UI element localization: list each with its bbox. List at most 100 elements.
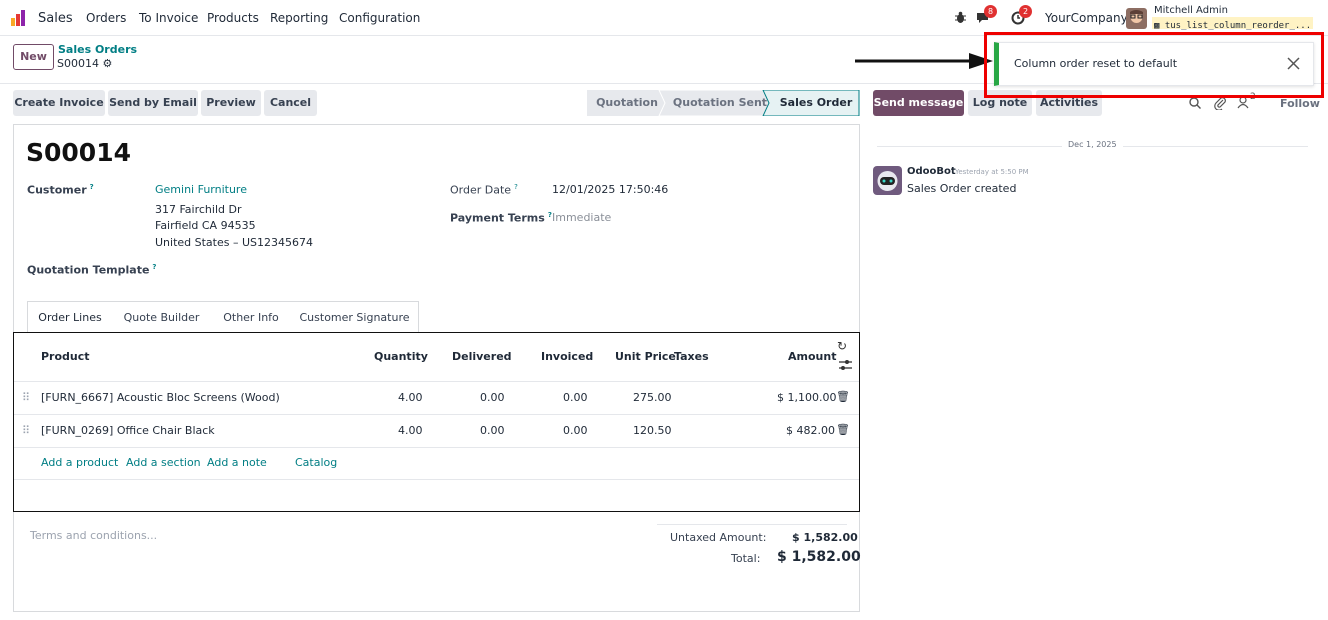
row-1-delivered[interactable]: 0.00: [480, 391, 505, 404]
status-quotation-sent[interactable]: Quotation Sent: [672, 90, 768, 116]
paperclip-icon[interactable]: [1213, 96, 1227, 110]
column-settings-icon[interactable]: [839, 359, 852, 371]
tab-other-info[interactable]: Other Info: [211, 301, 292, 332]
tab-quote-builder[interactable]: Quote Builder: [112, 301, 212, 332]
followers-button[interactable]: 2: [1237, 92, 1259, 110]
search-icon[interactable]: [1189, 97, 1201, 109]
row-1-unit-price[interactable]: 275.00: [633, 391, 672, 404]
message-timestamp: Yesterday at 5:50 PM: [955, 168, 1029, 176]
address-line-2: Fairfield CA 94535: [155, 219, 256, 232]
breadcrumb-current-label: S00014: [57, 57, 99, 70]
add-section-link[interactable]: Add a section: [126, 456, 201, 469]
col-invoiced[interactable]: Invoiced: [541, 350, 593, 363]
message-body: Sales Order created: [907, 182, 1017, 195]
reset-columns-icon[interactable]: ↻: [837, 339, 847, 353]
help-icon[interactable]: ?: [514, 183, 518, 191]
order-date-field[interactable]: 12/01/2025 17:50:46: [552, 183, 668, 196]
create-invoice-button[interactable]: Create Invoice: [13, 90, 105, 116]
database-name: ▩ tus_list_column_reorder_...: [1152, 17, 1314, 31]
help-icon[interactable]: ?: [90, 183, 94, 191]
address-line-3: United States – US12345674: [155, 236, 314, 249]
quotation-template-field[interactable]: [155, 262, 445, 278]
status-quotation[interactable]: Quotation: [593, 90, 661, 116]
row-2-quantity[interactable]: 4.00: [398, 424, 423, 437]
total-value: $ 1,582.00: [777, 549, 861, 565]
db-label: ▩ tus_list_column_reorder_...: [1154, 21, 1312, 31]
menu-products[interactable]: Products: [207, 11, 259, 25]
add-note-link[interactable]: Add a note: [207, 456, 267, 469]
address-line-1: 317 Fairchild Dr: [155, 203, 242, 216]
customer-label: Customer?: [27, 183, 94, 197]
totals-divider: [657, 524, 847, 525]
row-divider: [14, 447, 859, 448]
menu-reporting[interactable]: Reporting: [270, 11, 328, 25]
sales-app-icon[interactable]: [11, 9, 29, 27]
payment-terms-field[interactable]: Immediate: [552, 211, 611, 224]
messages-button[interactable]: 8: [976, 5, 997, 25]
row-divider: [14, 414, 859, 415]
trash-icon[interactable]: 🗑: [836, 390, 850, 403]
order-title: S00014: [26, 138, 131, 167]
follow-button[interactable]: Follow: [1280, 97, 1320, 110]
terms-and-conditions-input[interactable]: Terms and conditions...: [30, 529, 157, 542]
row-2-unit-price[interactable]: 120.50: [633, 424, 672, 437]
order-date-label: Order Date?: [450, 183, 518, 197]
notification-text: Column order reset to default: [1014, 57, 1178, 70]
row-2-amount: $ 482.00: [786, 424, 835, 437]
col-amount[interactable]: Amount: [788, 350, 836, 363]
row-1-amount: $ 1,100.00: [777, 391, 837, 404]
company-switcher[interactable]: YourCompany: [1045, 11, 1128, 25]
annotation-arrow: [855, 53, 993, 69]
trash-icon[interactable]: 🗑: [836, 423, 850, 436]
row-1-quantity[interactable]: 4.00: [398, 391, 423, 404]
payment-terms-label-text: Payment Terms: [450, 211, 545, 225]
send-message-button[interactable]: Send message: [873, 90, 964, 116]
bot-face-icon: [877, 171, 898, 191]
col-delivered[interactable]: Delivered: [452, 350, 512, 363]
row-2-product[interactable]: [FURN_0269] Office Chair Black: [41, 424, 215, 437]
drag-handle-icon[interactable]: ⠿: [22, 424, 30, 437]
activities-badge: 2: [1019, 5, 1032, 18]
tab-customer-signature[interactable]: Customer Signature: [291, 301, 419, 332]
menu-configuration[interactable]: Configuration: [339, 11, 420, 25]
row-2-delivered[interactable]: 0.00: [480, 424, 505, 437]
message-author[interactable]: OdooBot: [907, 166, 956, 177]
cancel-button[interactable]: Cancel: [264, 90, 317, 116]
menu-orders[interactable]: Orders: [86, 11, 126, 25]
row-2-invoiced[interactable]: 0.00: [563, 424, 588, 437]
payment-terms-label: Payment Terms?: [450, 211, 552, 225]
send-by-email-button[interactable]: Send by Email: [108, 90, 198, 116]
odoobot-avatar: [873, 166, 902, 195]
col-unit-price[interactable]: Unit Price: [615, 350, 676, 363]
total-label: Total:: [731, 552, 761, 565]
drag-handle-icon[interactable]: ⠿: [22, 391, 30, 404]
breadcrumb-sales-orders[interactable]: Sales Orders: [58, 43, 137, 56]
close-icon[interactable]: [1287, 57, 1300, 70]
new-button[interactable]: New: [13, 44, 54, 70]
db-name-text: tus_list_column_reorder_...: [1164, 21, 1312, 31]
menu-to-invoice[interactable]: To Invoice: [139, 11, 198, 25]
notification-toast: Column order reset to default: [994, 42, 1314, 86]
add-product-link[interactable]: Add a product: [41, 456, 118, 469]
quotation-template-label: Quotation Template?: [27, 263, 156, 277]
col-product[interactable]: Product: [41, 350, 90, 363]
user-name[interactable]: Mitchell Admin: [1154, 5, 1228, 16]
messages-badge: 8: [984, 5, 997, 18]
breadcrumb-current: S00014 ⚙: [57, 57, 112, 70]
user-avatar[interactable]: [1126, 8, 1147, 29]
col-taxes[interactable]: Taxes: [674, 350, 709, 363]
bug-icon[interactable]: [954, 11, 967, 24]
catalog-link[interactable]: Catalog: [295, 456, 337, 469]
order-lines-table: [13, 332, 860, 512]
customer-field[interactable]: Gemini Furniture: [155, 183, 247, 196]
col-quantity[interactable]: Quantity: [374, 350, 428, 363]
tab-order-lines[interactable]: Order Lines: [27, 301, 113, 332]
status-sales-order[interactable]: Sales Order: [776, 90, 856, 116]
row-divider: [14, 479, 859, 480]
activities-button[interactable]: 2: [1011, 5, 1032, 25]
gear-icon[interactable]: ⚙: [102, 57, 112, 70]
preview-button[interactable]: Preview: [201, 90, 261, 116]
row-1-product[interactable]: [FURN_6667] Acoustic Bloc Screens (Wood): [41, 391, 280, 404]
app-name[interactable]: Sales: [38, 11, 73, 26]
row-1-invoiced[interactable]: 0.00: [563, 391, 588, 404]
